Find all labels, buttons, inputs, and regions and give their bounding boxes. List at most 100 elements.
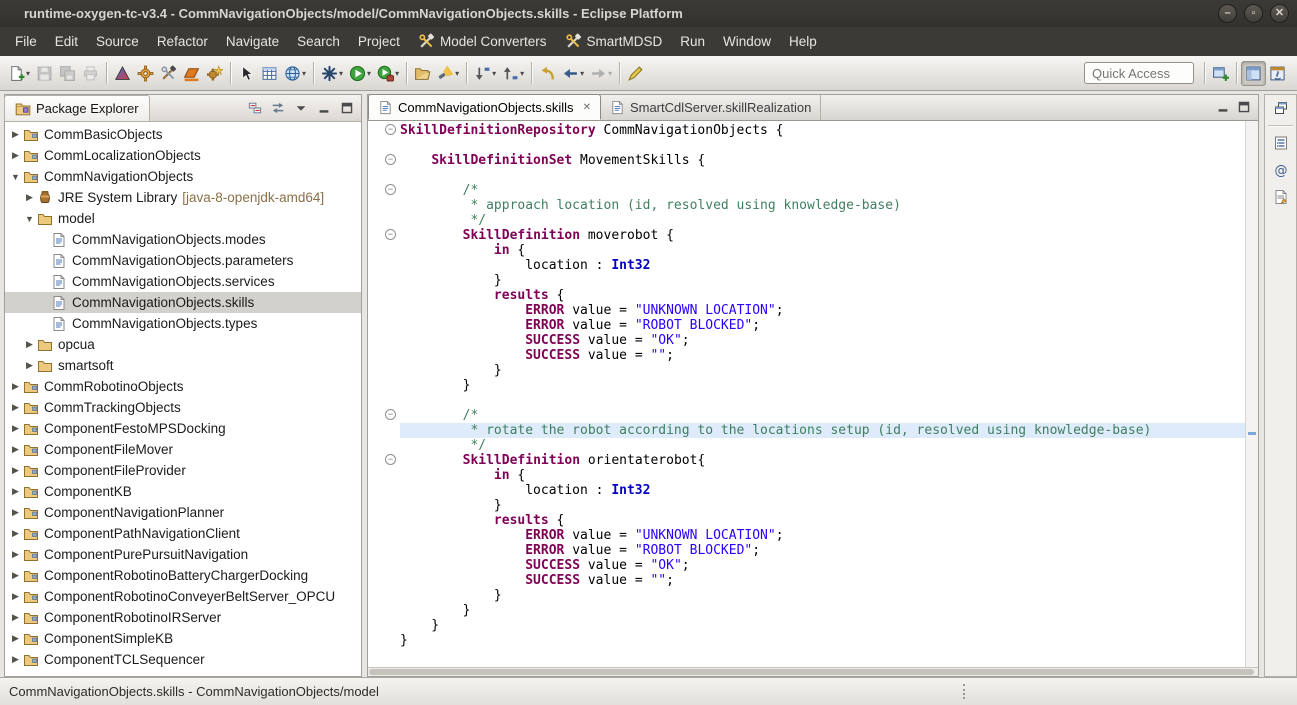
tab-close-icon[interactable]: ✕	[583, 102, 591, 113]
declaration-view-button[interactable]	[1270, 187, 1292, 207]
tree-item-componentpurepursuitnavigation[interactable]: ▶ComponentPurePursuitNavigation	[5, 544, 361, 565]
code-line[interactable]: */	[368, 213, 1245, 228]
perspective-java-button[interactable]	[1266, 61, 1289, 86]
tree-collapsed-arrow-icon[interactable]: ▶	[9, 150, 22, 161]
tree-item-componentrobotinoconveyerbeltserver-opcu[interactable]: ▶ComponentRobotinoConveyerBeltServer_OPC…	[5, 586, 361, 607]
fold-collapse-icon[interactable]: −	[385, 124, 396, 135]
next-annotation-button[interactable]: ▾	[471, 61, 499, 86]
tree-collapsed-arrow-icon[interactable]: ▶	[9, 381, 22, 392]
tree-collapsed-arrow-icon[interactable]: ▶	[9, 402, 22, 413]
tree-collapsed-arrow-icon[interactable]: ▶	[9, 486, 22, 497]
code-line[interactable]: ERROR value = "UNKNOWN LOCATION";	[368, 528, 1245, 543]
code-line[interactable]: in {	[368, 468, 1245, 483]
code-line[interactable]: in {	[368, 243, 1245, 258]
restore-button[interactable]	[1270, 98, 1292, 118]
tree-collapsed-arrow-icon[interactable]: ▶	[9, 465, 22, 476]
search-flashlight-button[interactable]: ▾	[434, 61, 462, 86]
quick-access-input[interactable]	[1084, 62, 1194, 84]
menu-edit[interactable]: Edit	[46, 27, 87, 56]
code-line[interactable]: − /*	[368, 408, 1245, 423]
tree-item-commnavigationobjects-services[interactable]: CommNavigationObjects.services	[5, 271, 361, 292]
outline-view-button[interactable]	[1270, 133, 1292, 153]
tree-collapsed-arrow-icon[interactable]: ▶	[9, 633, 22, 644]
tree-expanded-arrow-icon[interactable]: ▼	[23, 214, 36, 224]
code-line[interactable]: SUCCESS value = "OK";	[368, 333, 1245, 348]
last-edit-location-button[interactable]	[536, 61, 559, 86]
view-menu-button[interactable]	[292, 100, 310, 116]
menu-navigate[interactable]: Navigate	[217, 27, 288, 56]
generators-gear-star-button[interactable]	[203, 61, 226, 86]
code-line[interactable]: }	[368, 633, 1245, 648]
code-line[interactable]: * rotate the robot according to the loca…	[368, 423, 1245, 438]
tree-item-commrobotinoobjects[interactable]: ▶CommRobotinoObjects	[5, 376, 361, 397]
new-wizard-button[interactable]: ▾	[318, 61, 346, 86]
open-folder-button[interactable]	[411, 61, 434, 86]
tree-item-componentpathnavigationclient[interactable]: ▶ComponentPathNavigationClient	[5, 523, 361, 544]
window-maximize-button[interactable]: ▫	[1244, 4, 1263, 23]
code-line[interactable]: * approach location (id, resolved using …	[368, 198, 1245, 213]
back-button[interactable]: ▾	[559, 61, 587, 86]
menu-smartmdsd[interactable]: SmartMDSD	[556, 27, 672, 56]
tree-item-commnavigationobjects-types[interactable]: CommNavigationObjects.types	[5, 313, 361, 334]
tree-collapsed-arrow-icon[interactable]: ▶	[23, 192, 36, 203]
run-button[interactable]: ▾	[346, 61, 374, 86]
code-line[interactable]: SUCCESS value = "";	[368, 348, 1245, 363]
tree-item-model[interactable]: ▼model	[5, 208, 361, 229]
collapse-all-button[interactable]	[246, 100, 264, 116]
tree-item-componentkb[interactable]: ▶ComponentKB	[5, 481, 361, 502]
javadoc-view-button[interactable]: @	[1270, 160, 1292, 180]
fold-collapse-icon[interactable]: −	[385, 454, 396, 465]
deploy-ramp-button[interactable]	[180, 61, 203, 86]
scrollbar-thumb[interactable]	[369, 669, 1254, 675]
validate-triangle-button[interactable]	[111, 61, 134, 86]
new-button[interactable]: ▾	[5, 61, 33, 86]
code-line[interactable]: − /*	[368, 183, 1245, 198]
editor-horizontal-scrollbar[interactable]	[368, 667, 1258, 676]
tree-collapsed-arrow-icon[interactable]: ▶	[9, 528, 22, 539]
tree-expanded-arrow-icon[interactable]: ▼	[9, 172, 22, 182]
generate-gear-button[interactable]	[134, 61, 157, 86]
code-line[interactable]: location : Int32	[368, 258, 1245, 273]
overview-ruler[interactable]	[1245, 121, 1258, 667]
maximize-button[interactable]	[338, 100, 356, 116]
perspective-modeling-button[interactable]	[1241, 61, 1266, 86]
code-line[interactable]: }	[368, 363, 1245, 378]
tree-item-componentfestompsdocking[interactable]: ▶ComponentFestoMPSDocking	[5, 418, 361, 439]
code-line[interactable]: SUCCESS value = "";	[368, 573, 1245, 588]
fold-collapse-icon[interactable]: −	[385, 409, 396, 420]
code-line[interactable]: − SkillDefinitionSet MovementSkills {	[368, 153, 1245, 168]
menu-search[interactable]: Search	[288, 27, 349, 56]
tree-item-componentfilemover[interactable]: ▶ComponentFileMover	[5, 439, 361, 460]
tree-item-commnavigationobjects-parameters[interactable]: CommNavigationObjects.parameters	[5, 250, 361, 271]
select-cursor-button[interactable]	[235, 61, 258, 86]
tree-item-commtrackingobjects[interactable]: ▶CommTrackingObjects	[5, 397, 361, 418]
code-line[interactable]	[368, 393, 1245, 408]
tree-collapsed-arrow-icon[interactable]: ▶	[9, 444, 22, 455]
code-line[interactable]: }	[368, 273, 1245, 288]
tree-item-commnavigationobjects[interactable]: ▼CommNavigationObjects	[5, 166, 361, 187]
tree-item-componentsimplekb[interactable]: ▶ComponentSimpleKB	[5, 628, 361, 649]
code-line[interactable]: */	[368, 438, 1245, 453]
tree-item-componentrobotinoirserver[interactable]: ▶ComponentRobotinoIRServer	[5, 607, 361, 628]
tree-item-commbasicobjects[interactable]: ▶CommBasicObjects	[5, 124, 361, 145]
package-explorer-view-tab[interactable]: Package Explorer	[4, 95, 150, 121]
tree-item-componentfileprovider[interactable]: ▶ComponentFileProvider	[5, 460, 361, 481]
tree-item-componentnavigationplanner[interactable]: ▶ComponentNavigationPlanner	[5, 502, 361, 523]
tree-collapsed-arrow-icon[interactable]: ▶	[9, 129, 22, 140]
minimize-button[interactable]	[315, 100, 333, 116]
link-editor-button[interactable]	[269, 100, 287, 116]
code-line[interactable]: ERROR value = "ROBOT BLOCKED";	[368, 318, 1245, 333]
menu-model-converters[interactable]: Model Converters	[409, 27, 556, 56]
tree-collapsed-arrow-icon[interactable]: ▶	[9, 549, 22, 560]
code-line[interactable]: }	[368, 603, 1245, 618]
external-tools-button[interactable]: ▾	[374, 61, 402, 86]
code-line[interactable]: ERROR value = "UNKNOWN LOCATION";	[368, 303, 1245, 318]
tree-item-jre-system-library[interactable]: ▶JRE System Library[java-8-openjdk-amd64…	[5, 187, 361, 208]
tree-item-opcua[interactable]: ▶opcua	[5, 334, 361, 355]
editor-tab-smartcdlserver-skillrealization[interactable]: SmartCdlServer.skillRealization	[601, 95, 821, 120]
code-line[interactable]	[368, 138, 1245, 153]
tree-item-commnavigationobjects-modes[interactable]: CommNavigationObjects.modes	[5, 229, 361, 250]
code-line[interactable]: − SkillDefinition moverobot {	[368, 228, 1245, 243]
code-line[interactable]: −SkillDefinitionRepository CommNavigatio…	[368, 123, 1245, 138]
window-close-button[interactable]: ✕	[1270, 4, 1289, 23]
